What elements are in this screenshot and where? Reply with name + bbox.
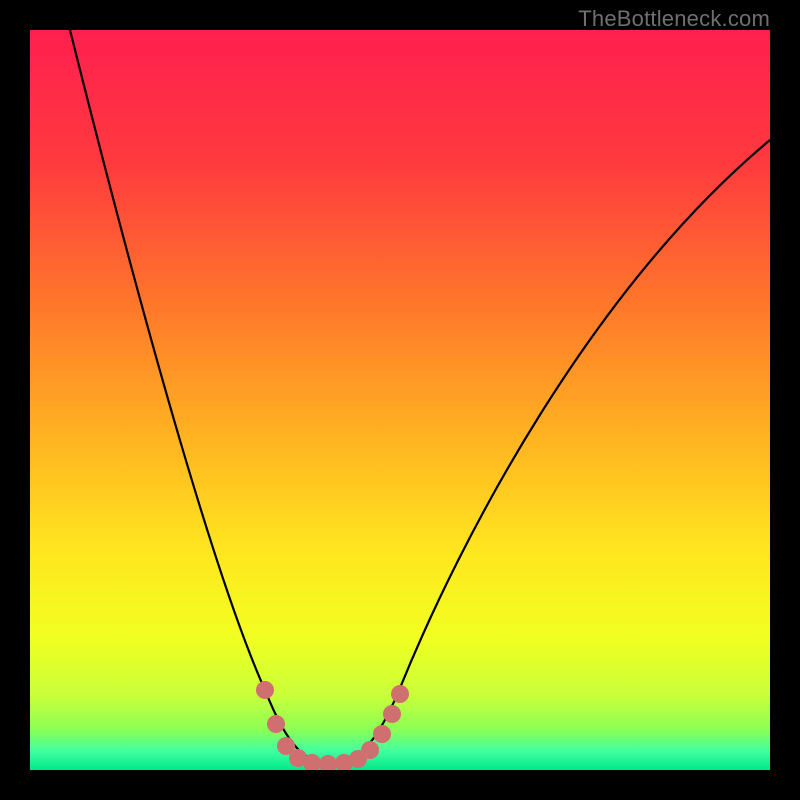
bottom-dots-group — [256, 681, 409, 770]
curve-dot — [373, 725, 391, 743]
curve-dot — [267, 715, 285, 733]
curve-dot — [391, 685, 409, 703]
main-curve-path — [70, 30, 770, 763]
curve-dot — [256, 681, 274, 699]
curve-dot — [383, 705, 401, 723]
curve-dot — [361, 741, 379, 759]
chart-svg — [30, 30, 770, 770]
chart-frame — [30, 30, 770, 770]
curve-dot — [319, 755, 337, 770]
watermark-text: TheBottleneck.com — [578, 6, 770, 32]
